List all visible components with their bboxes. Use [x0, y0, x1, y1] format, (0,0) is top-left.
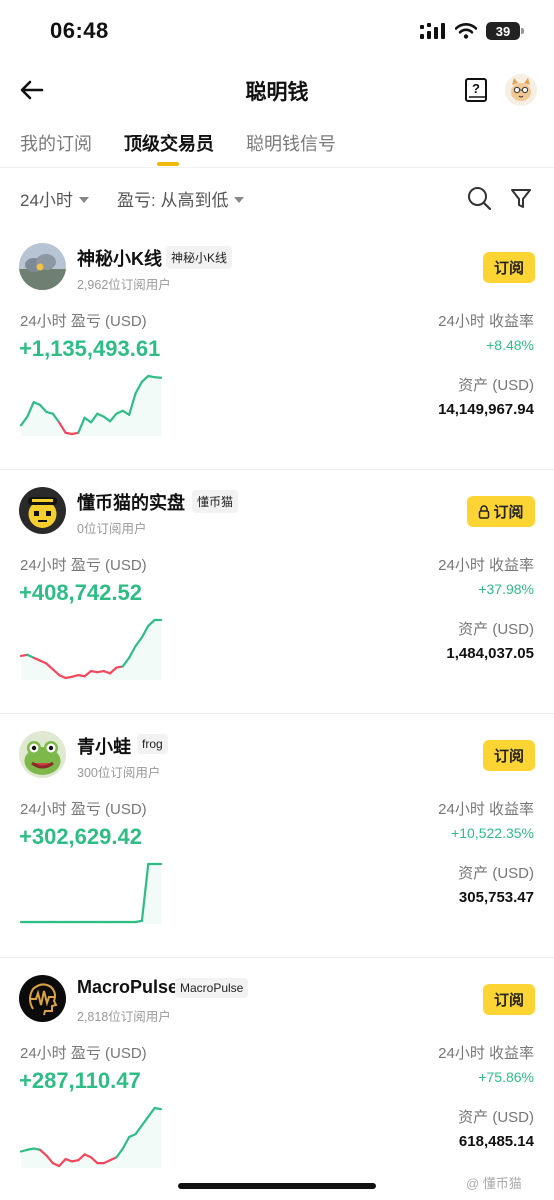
trader-card[interactable]: MacroPulse MacroPulse 2,818位订阅用户 订阅 24小时… [0, 958, 554, 1200]
trader-tag: 神秘小K线 [166, 246, 233, 269]
active-tab-indicator [157, 162, 179, 166]
subscriber-count: 2,962位订阅用户 [77, 278, 171, 292]
roi-label: 24小时 收益率 [438, 801, 534, 818]
roi-label: 24小时 收益率 [438, 1045, 534, 1062]
assets-label: 资产 (USD) [458, 377, 534, 394]
roi-value: +8.48% [486, 337, 534, 353]
assets-label: 资产 (USD) [458, 865, 534, 882]
pnl-label: 24小时 盈亏 (USD) [20, 801, 147, 818]
subscriber-count: 300位订阅用户 [77, 766, 161, 780]
help-book-icon[interactable]: ? [464, 77, 488, 103]
trader-card[interactable]: 神秘小K线 神秘小K线 2,962位订阅用户 订阅 24小时 盈亏 (USD) … [0, 226, 554, 470]
trader-card[interactable]: 懂币猫的实盘 懂币猫 0位订阅用户 订阅 24小时 盈亏 (USD) +408,… [0, 470, 554, 714]
trader-avatar [19, 487, 66, 534]
pnl-value: +408,742.52 [19, 580, 142, 605]
trader-name: 青小蛙 [77, 737, 131, 757]
svg-text:?: ? [472, 81, 480, 96]
tab-my-subscriptions[interactable]: 我的订阅 [20, 130, 92, 156]
assets-value: 1,484,037.05 [446, 645, 534, 662]
subscribe-label: 订阅 [493, 748, 524, 765]
subscribe-button[interactable]: 订阅 [483, 740, 535, 771]
subscribe-label: 订阅 [493, 504, 524, 521]
chevron-down-icon [234, 196, 245, 203]
sort-label: 盈亏: 从高到低 [117, 191, 229, 210]
wifi-icon [455, 23, 477, 39]
period-dropdown[interactable]: 24小时 [20, 186, 89, 211]
assets-value: 618,485.14 [458, 1133, 534, 1150]
pnl-sparkline [19, 862, 163, 924]
subscribe-button[interactable]: 订阅 [483, 984, 535, 1015]
tab-bar: 我的订阅 顶级交易员 聪明钱信号 [0, 118, 554, 168]
trader-tag: 懂币猫 [192, 490, 239, 513]
pnl-value: +1,135,493.61 [19, 336, 161, 361]
assets-value: 14,149,967.94 [438, 401, 534, 418]
status-icons: 39 [420, 20, 524, 42]
pnl-sparkline [19, 374, 163, 436]
filter-bar: 24小时 盈亏: 从高到低 [0, 168, 554, 226]
trader-name: 懂币猫的实盘 [77, 493, 185, 513]
signal-icon [420, 23, 445, 39]
trader-name: 神秘小K线 [77, 249, 162, 269]
trader-avatar [19, 975, 66, 1022]
trader-card[interactable]: 青小蛙 frog 300位订阅用户 订阅 24小时 盈亏 (USD) +302,… [0, 714, 554, 958]
trader-tag: frog [137, 734, 168, 754]
trader-avatar [19, 731, 66, 778]
pnl-label: 24小时 盈亏 (USD) [20, 313, 147, 330]
status-bar: 06:48 39 [0, 0, 554, 62]
user-avatar[interactable] [505, 74, 537, 106]
roi-value: +37.98% [478, 581, 534, 597]
roi-value: +75.86% [478, 1069, 534, 1085]
sparkline-area [21, 1108, 161, 1168]
trader-tag: MacroPulse [175, 978, 249, 998]
sort-dropdown[interactable]: 盈亏: 从高到低 [117, 186, 245, 211]
search-icon[interactable] [466, 185, 492, 211]
subscribe-button[interactable]: 订阅 [483, 252, 535, 283]
sparkline-area [21, 864, 161, 924]
assets-value: 305,753.47 [458, 889, 534, 906]
status-time: 06:48 [50, 18, 109, 43]
filter-funnel-icon[interactable] [508, 185, 534, 211]
pnl-sparkline [19, 1106, 163, 1168]
sparkline-segment [153, 376, 163, 379]
subscribe-label: 订阅 [493, 260, 524, 277]
pnl-label: 24小时 盈亏 (USD) [20, 1045, 147, 1062]
subscriber-count: 2,818位订阅用户 [77, 1010, 171, 1024]
subscribe-button[interactable]: 订阅 [467, 496, 535, 527]
home-indicator [178, 1183, 376, 1189]
sparkline-segment [153, 1106, 163, 1111]
pnl-value: +287,110.47 [19, 1068, 141, 1093]
roi-value: +10,522.35% [451, 825, 534, 841]
nav-header: 聪明钱 ? [0, 62, 554, 118]
subscribe-label: 订阅 [493, 992, 524, 1009]
chevron-down-icon [78, 196, 89, 203]
trader-name: MacroPulse [77, 977, 179, 997]
tab-smart-money-signals[interactable]: 聪明钱信号 [246, 130, 336, 156]
pnl-sparkline [19, 618, 163, 680]
pnl-value: +302,629.42 [19, 824, 142, 849]
tab-top-traders[interactable]: 顶级交易员 [124, 130, 214, 156]
pnl-label: 24小时 盈亏 (USD) [20, 557, 147, 574]
assets-label: 资产 (USD) [458, 1109, 534, 1126]
roi-label: 24小时 收益率 [438, 557, 534, 574]
watermark: @ 懂币猫 [466, 1176, 522, 1191]
trader-avatar [19, 243, 66, 290]
battery-indicator: 39 [486, 22, 524, 40]
roi-label: 24小时 收益率 [438, 313, 534, 330]
lock-icon [479, 504, 490, 519]
subscriber-count: 0位订阅用户 [77, 522, 147, 536]
period-label: 24小时 [20, 191, 73, 210]
assets-label: 资产 (USD) [458, 621, 534, 638]
